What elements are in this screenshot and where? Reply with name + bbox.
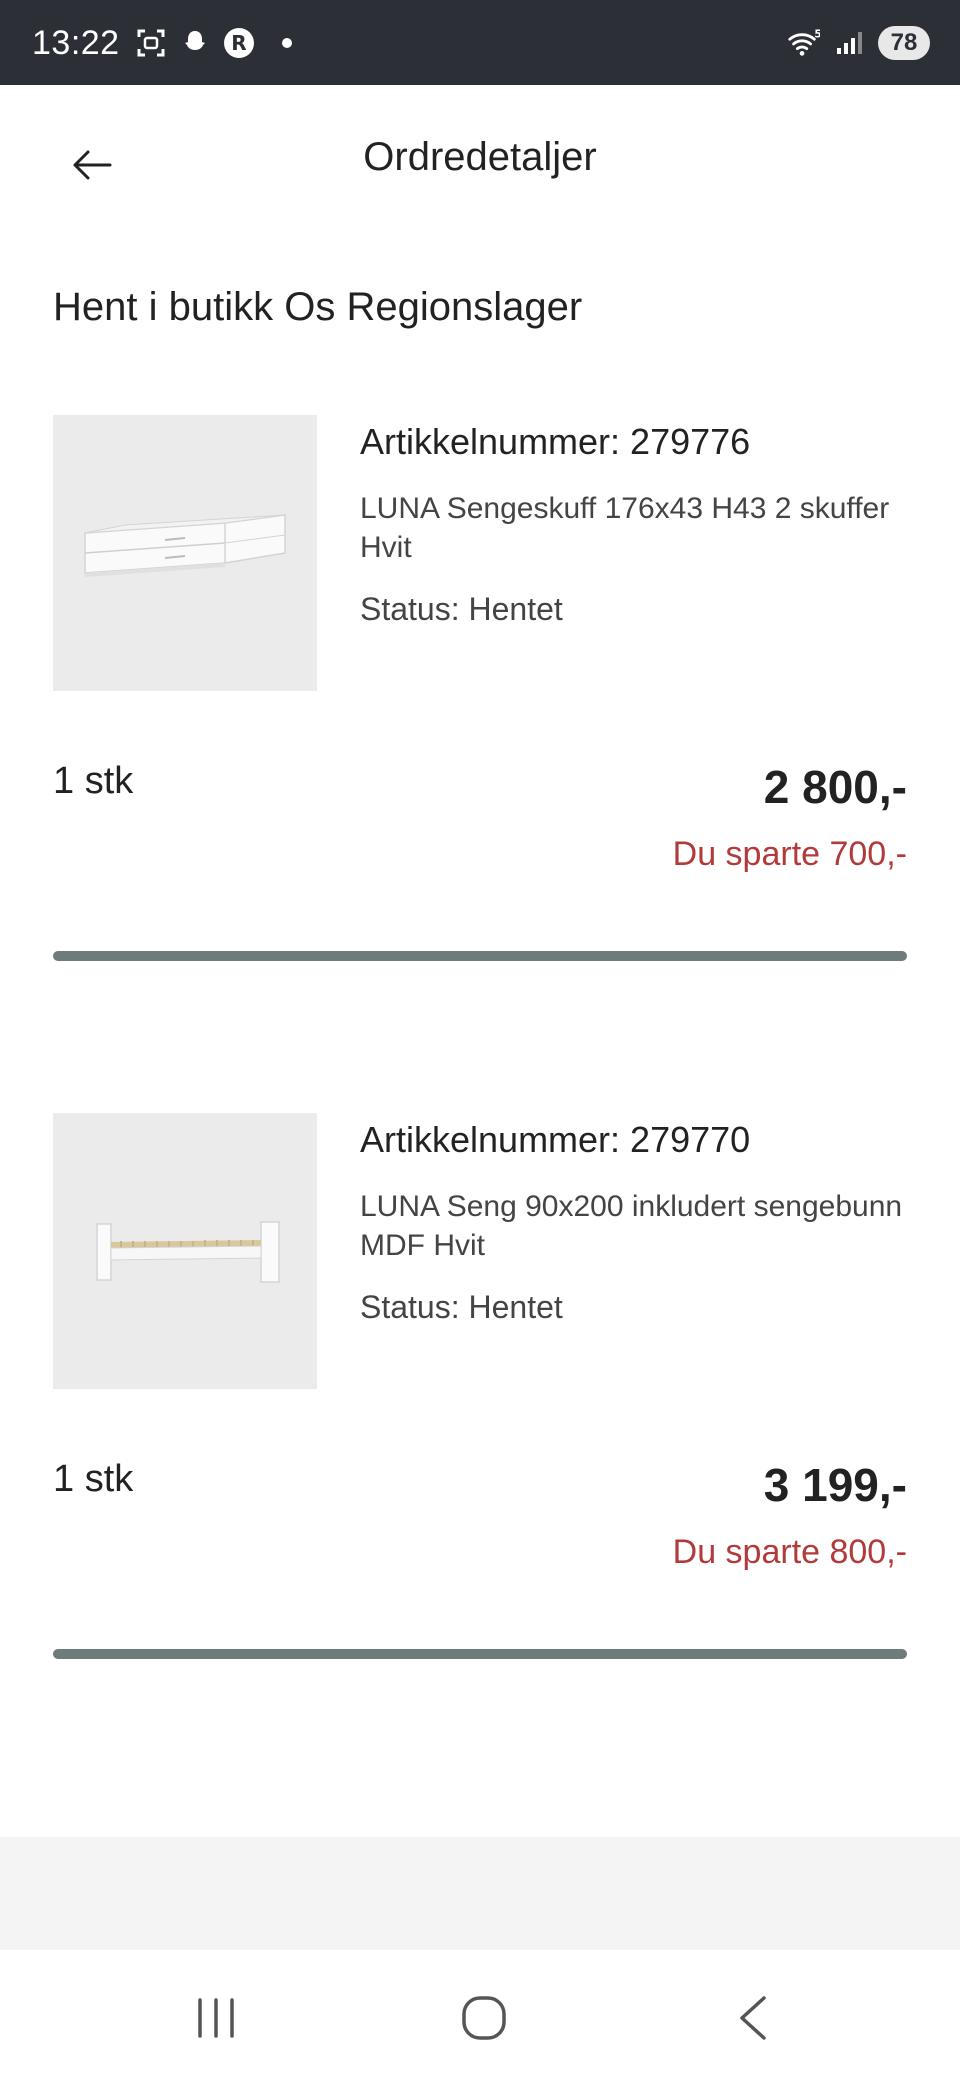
- back-nav-button[interactable]: [724, 1988, 784, 2048]
- bed-frame-image: [96, 1221, 280, 1283]
- price: 3 199,-: [763, 1459, 907, 1511]
- pickup-store-title: Hent i butikk Os Regionslager: [53, 285, 583, 329]
- recent-apps-icon: [198, 1998, 234, 2038]
- status-icons-left: R: [134, 26, 292, 60]
- product-info: Artikkelnummer: 279776 LUNA Sengeskuff 1…: [360, 415, 910, 628]
- system-nav-bar: [0, 1950, 960, 2080]
- recent-apps-button[interactable]: [186, 1988, 246, 2048]
- quantity: 1 stk: [53, 1458, 134, 1500]
- status-time: 13:22: [32, 24, 120, 62]
- product-description: LUNA Seng 90x200 inkludert sengebunn MDF…: [360, 1190, 903, 1262]
- item-divider: [53, 1649, 907, 1659]
- footer-area: [0, 1837, 960, 1950]
- svg-text:R: R: [231, 31, 246, 55]
- quantity: 1 stk: [53, 760, 134, 802]
- order-item: Artikkelnummer: 279770 LUNA Seng 90x200 …: [53, 1113, 907, 1673]
- item-divider: [53, 951, 907, 961]
- notification-dot-icon: [282, 38, 292, 48]
- snapchat-icon: [178, 26, 212, 60]
- product-image: [53, 1113, 317, 1389]
- status-icons-right: 5 78: [786, 26, 930, 60]
- app-r-icon: R: [222, 26, 256, 60]
- product-status: Status: Hentet: [360, 1289, 563, 1325]
- product-status: Status: Hentet: [360, 591, 563, 627]
- price: 2 800,-: [763, 761, 907, 813]
- savings-text: Du sparte 700,-: [672, 835, 907, 873]
- order-item: Artikkelnummer: 279776 LUNA Sengeskuff 1…: [53, 415, 907, 975]
- savings-text: Du sparte 800,-: [672, 1533, 907, 1571]
- app-header: Ordredetaljer: [0, 85, 960, 235]
- article-number: Artikkelnummer: 279776: [360, 421, 751, 462]
- status-bar: 13:22 R 5 78: [0, 0, 960, 85]
- svg-text:5: 5: [814, 28, 820, 40]
- product-image: [53, 415, 317, 691]
- product-info: Artikkelnummer: 279770 LUNA Seng 90x200 …: [360, 1113, 910, 1326]
- wifi-icon: 5: [786, 26, 820, 60]
- battery-indicator: 78: [878, 26, 930, 60]
- screenshot-icon: [134, 26, 168, 60]
- home-button[interactable]: [454, 1988, 514, 2048]
- drawer-unit-image: [84, 514, 286, 577]
- signal-icon: [832, 26, 866, 60]
- back-nav-icon: [740, 1996, 766, 2040]
- home-icon: [462, 1996, 506, 2040]
- page-title: Ordredetaljer: [363, 135, 597, 179]
- article-number: Artikkelnummer: 279770: [360, 1119, 751, 1160]
- product-description: LUNA Sengeskuff 176x43 H43 2 skuffer Hvi…: [360, 492, 890, 564]
